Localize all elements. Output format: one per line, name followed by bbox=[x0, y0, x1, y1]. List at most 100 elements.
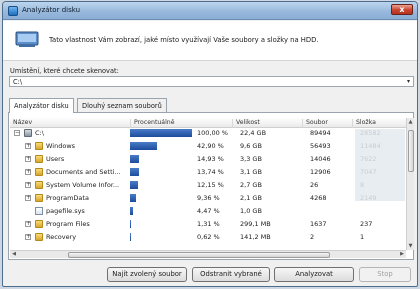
percent-bar bbox=[130, 220, 131, 228]
expand-icon[interactable]: + bbox=[25, 169, 31, 175]
horizontal-scrollbar[interactable]: ◀ ▶ bbox=[10, 250, 406, 258]
row-percent: 14,93 % bbox=[197, 155, 224, 163]
title-bar: Analyzátor disku x bbox=[3, 2, 417, 20]
row-size: 3,1 GB bbox=[240, 168, 262, 176]
column-percent[interactable]: Procentuálně bbox=[130, 119, 232, 128]
tree-row[interactable]: + Program Files 1,31 % 299,1 MB 1637 237 bbox=[10, 219, 406, 230]
folder-icon bbox=[35, 233, 43, 241]
tab-long-file-list[interactable]: Dlouhý seznam souborů bbox=[77, 98, 167, 112]
percent-bar bbox=[130, 233, 131, 241]
dropdown-arrow-icon[interactable]: ▾ bbox=[404, 77, 413, 86]
row-name: Documents and Setti... bbox=[46, 168, 121, 176]
expand-icon[interactable]: + bbox=[25, 156, 31, 162]
window-title: Analyzátor disku bbox=[22, 6, 81, 14]
row-files: 26 bbox=[310, 181, 319, 189]
percent-bar bbox=[130, 181, 138, 189]
percent-bar-track bbox=[130, 220, 192, 228]
scroll-up-icon[interactable]: ▲ bbox=[407, 118, 414, 126]
row-name: Users bbox=[46, 155, 65, 163]
expand-icon[interactable]: + bbox=[25, 195, 31, 201]
scroll-down-icon[interactable]: ▼ bbox=[407, 242, 414, 250]
row-percent: 12,15 % bbox=[197, 181, 224, 189]
percent-bar-track bbox=[130, 168, 192, 176]
tree-row[interactable]: + Documents and Setti... 13,74 % 3,1 GB 1290… bbox=[10, 167, 406, 178]
row-name: Recovery bbox=[46, 233, 77, 241]
row-size: 299,1 MB bbox=[240, 220, 271, 228]
row-size: 141,2 MB bbox=[240, 233, 271, 241]
highlight-overlay bbox=[355, 129, 405, 201]
column-name[interactable]: Název bbox=[10, 119, 130, 128]
row-name: System Volume Infor... bbox=[46, 181, 120, 189]
row-size: 3,3 GB bbox=[240, 155, 262, 163]
close-button[interactable]: x bbox=[391, 4, 413, 15]
column-files[interactable]: Soubor bbox=[302, 119, 352, 128]
expand-icon[interactable]: + bbox=[25, 221, 31, 227]
remove-selected-button[interactable]: Odstranit vybrané bbox=[192, 267, 270, 282]
row-files: 89494 bbox=[310, 129, 331, 137]
row-files: 14046 bbox=[310, 155, 331, 163]
percent-bar-track bbox=[130, 155, 192, 163]
row-percent: 4,47 % bbox=[197, 207, 220, 215]
row-name: C:\ bbox=[35, 129, 44, 137]
column-folders[interactable]: Složka bbox=[352, 119, 406, 128]
folder-icon bbox=[35, 142, 43, 150]
column-header: Název Procentuálně Velikost Soubor Složk… bbox=[10, 118, 406, 128]
disk-analyzer-window: Analyzátor disku x Tato vlastnost Vám zo… bbox=[2, 1, 418, 287]
collapse-icon[interactable]: − bbox=[14, 130, 20, 136]
row-files: 2 bbox=[310, 233, 315, 241]
tree-list: −C:\100,00 %22,4 GB8949428582+Windows42,… bbox=[10, 128, 406, 250]
horizontal-scroll-thumb[interactable] bbox=[68, 252, 330, 258]
tree-row[interactable]: +Users14,93 %3,3 GB140467622 bbox=[10, 154, 406, 165]
row-size: 22,4 GB bbox=[240, 129, 267, 137]
folder-icon bbox=[35, 220, 43, 228]
percent-bar-track bbox=[130, 142, 192, 150]
row-percent: 42,90 % bbox=[197, 142, 224, 150]
expand-icon[interactable]: + bbox=[25, 182, 31, 188]
percent-bar bbox=[130, 168, 139, 176]
info-description: Tato vlastnost Vám zobrazí, jaké místo v… bbox=[49, 36, 319, 44]
find-selected-file-button[interactable]: Najít zvolený soubor bbox=[107, 267, 187, 282]
hard-drive-icon bbox=[15, 31, 39, 47]
scroll-right-icon[interactable]: ▶ bbox=[398, 251, 406, 258]
vertical-scroll-thumb[interactable] bbox=[408, 130, 414, 172]
tab-disk-analyzer[interactable]: Analyzátor disku bbox=[9, 98, 74, 113]
percent-bar bbox=[130, 155, 140, 163]
path-input[interactable]: C:\ ▾ bbox=[9, 76, 414, 87]
percent-bar bbox=[130, 129, 192, 137]
percent-bar-track bbox=[130, 181, 192, 189]
expand-icon[interactable]: + bbox=[25, 234, 31, 240]
row-name: pagefile.sys bbox=[46, 207, 85, 215]
tree-row[interactable]: −C:\100,00 %22,4 GB8949428582 bbox=[10, 128, 406, 139]
stop-button: Stop bbox=[359, 267, 411, 282]
vertical-scrollbar[interactable]: ▲ ▼ bbox=[406, 118, 414, 250]
row-files: 56493 bbox=[310, 142, 331, 150]
row-percent: 100,00 % bbox=[197, 129, 228, 137]
percent-bar-track bbox=[130, 233, 192, 241]
row-files: 12906 bbox=[310, 168, 331, 176]
percent-bar-track bbox=[130, 207, 192, 215]
row-files: 4268 bbox=[310, 194, 327, 202]
percent-bar bbox=[130, 194, 136, 202]
expand-icon[interactable]: + bbox=[25, 143, 31, 149]
row-files: 1637 bbox=[310, 220, 327, 228]
percent-bar-track bbox=[130, 194, 192, 202]
row-folders: 1 bbox=[360, 233, 365, 241]
percent-bar bbox=[130, 207, 133, 215]
scroll-left-icon[interactable]: ◀ bbox=[10, 251, 18, 258]
tree-row[interactable]: +Windows42,90 %9,6 GB5649311484 bbox=[10, 141, 406, 152]
path-label: Umístění, které chcete skenovat: bbox=[10, 67, 119, 75]
drive-icon bbox=[24, 129, 32, 137]
tree-row[interactable]: + Recovery 0,62 % 141,2 MB 2 1 bbox=[10, 232, 406, 243]
app-icon bbox=[8, 6, 18, 16]
column-size[interactable]: Velikost bbox=[232, 119, 302, 128]
tree-row[interactable]: +ProgramData9,36 %2,1 GB42682149 bbox=[10, 193, 406, 204]
tree-row[interactable]: +System Volume Infor...12,15 %2,7 GB268 bbox=[10, 180, 406, 191]
file-icon bbox=[35, 207, 43, 215]
folder-icon bbox=[35, 181, 43, 189]
row-size: 2,7 GB bbox=[240, 181, 262, 189]
analysis-panel: Název Procentuálně Velikost Soubor Složk… bbox=[8, 112, 414, 260]
percent-bar-track bbox=[130, 129, 192, 137]
row-name: ProgramData bbox=[46, 194, 89, 202]
analyze-button[interactable]: Analyzovat bbox=[274, 267, 354, 282]
tree-row[interactable]: pagefile.sys 4,47 % 1,0 GB bbox=[10, 206, 406, 217]
